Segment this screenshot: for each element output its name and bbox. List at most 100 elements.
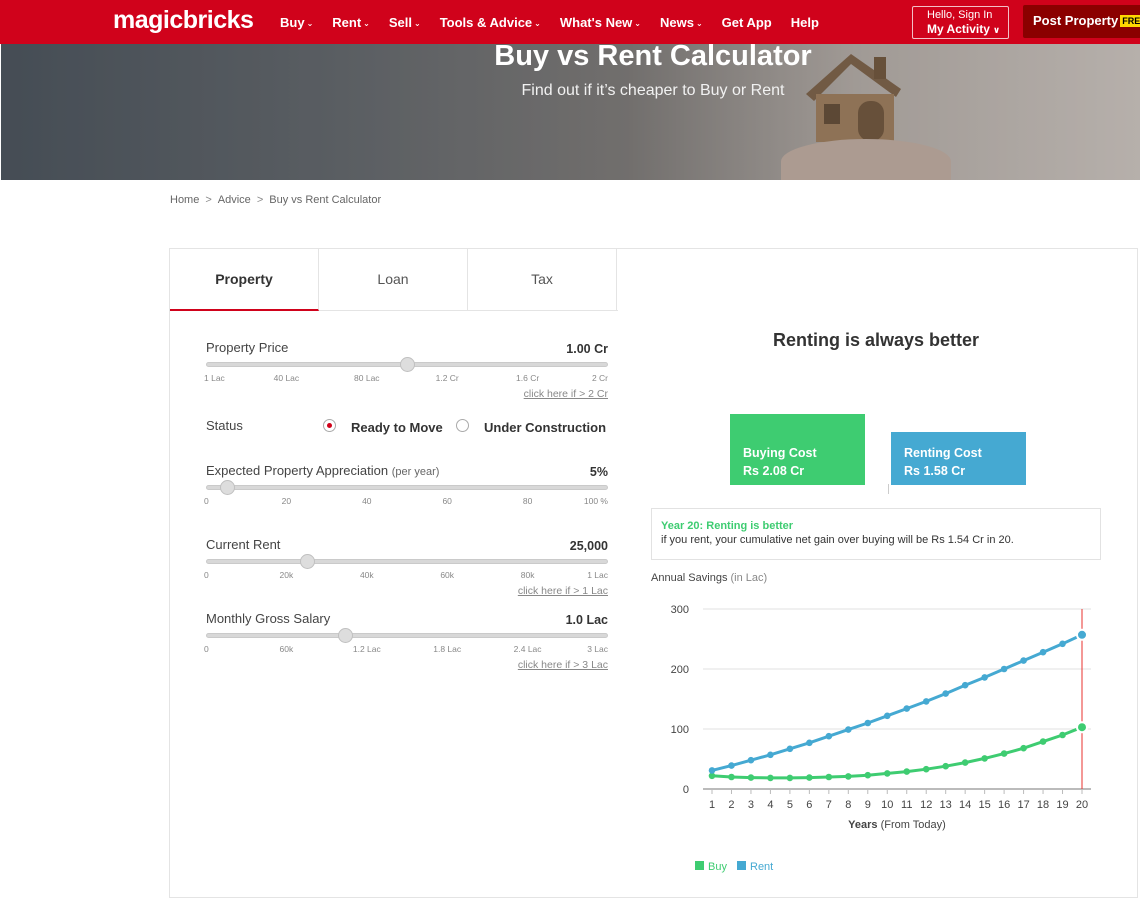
x-tick-label: 9 (865, 799, 871, 811)
property-price-slider-handle[interactable] (400, 357, 415, 372)
x-tick-label: 20 (1076, 799, 1088, 811)
salary-label: Monthly Gross Salary (206, 611, 331, 626)
x-tick-label: 2 (728, 799, 734, 811)
x-tick-label: 19 (1056, 799, 1068, 811)
x-tick-label: 6 (806, 799, 812, 811)
slider-tick-label: 20 (281, 496, 292, 506)
buying-cost-value: Rs 2.08 Cr (743, 464, 805, 478)
slider-tick-label: 3 Lac (587, 644, 608, 654)
annual-savings-chart: 01002003001 2 3 4 5 6 7 8 9 10 11 12 13 14 15 16 17 18 19 2… (671, 604, 1091, 873)
nav-item-news[interactable]: News ⌄ (660, 15, 703, 30)
tab-property[interactable]: Property (170, 249, 319, 311)
rent-data-point (806, 739, 813, 747)
under-construction-radio[interactable] (456, 419, 469, 432)
buy-data-point (903, 768, 911, 775)
appreciation-label: Expected Property Appreciation (per year… (206, 463, 440, 478)
buy-data-point (806, 774, 813, 781)
current-rent-more-link[interactable]: click here if > 1 Lac (458, 585, 608, 597)
nav-item-get-app[interactable]: Get App (722, 15, 772, 30)
ready-to-move-radio[interactable] (323, 419, 336, 432)
property-price-slider[interactable] (206, 357, 608, 372)
buy-data-point (883, 770, 891, 777)
buy-data-point (864, 771, 872, 779)
magicbricks-logo[interactable]: magicbricks (113, 6, 254, 35)
rent-data-point (786, 745, 794, 753)
slider-tick-label: 1 Lac (204, 373, 225, 383)
rent-legend-swatch (737, 861, 746, 870)
slider-tick-label: 2.4 Lac (513, 644, 542, 654)
appreciation-slider-handle[interactable] (220, 480, 235, 495)
appreciation-slider[interactable] (206, 480, 608, 495)
nav-item-rent[interactable]: Rent ⌄ (332, 15, 370, 30)
result-summary: Year 20: Renting is better if you rent, … (651, 508, 1101, 560)
slider-tick-label: 2 Cr (591, 373, 608, 383)
ready-to-move-label[interactable]: Ready to Move (351, 420, 443, 435)
rent-data-point (883, 712, 891, 720)
caret-down-icon: ⌄ (695, 18, 703, 28)
rent-data-point (728, 762, 735, 769)
rent-data-point (981, 674, 988, 681)
appreciation-value: 5% (589, 465, 608, 479)
slider-tick-label: 80k (520, 570, 535, 580)
current-rent-slider-handle[interactable] (300, 554, 315, 569)
buy-data-point (1059, 731, 1066, 739)
buy-data-point (981, 755, 988, 762)
buy-data-point (767, 774, 774, 782)
chevron-right-icon: > (256, 194, 264, 206)
salary-more-link[interactable]: click here if > 3 Lac (458, 659, 608, 671)
post-property-button[interactable]: Post PropertyFREE (1023, 5, 1140, 38)
x-tick-label: 17 (1017, 799, 1029, 811)
breadcrumb-advice[interactable]: Advice (218, 194, 251, 206)
y-tick-label: 100 (671, 724, 689, 736)
x-tick-label: 1 (709, 799, 715, 811)
rent-data-point (942, 690, 949, 697)
salary-slider-handle[interactable] (338, 628, 353, 643)
main-menu: Buy ⌄ Rent ⌄ Sell ⌄ Tools & Advice ⌄ What's New ⌄… (280, 0, 838, 44)
caret-down-icon: ⌄ (413, 18, 421, 28)
rent-data-point (747, 756, 755, 764)
caret-down-icon: ⌄ (534, 18, 541, 28)
x-tick-label: 11 (901, 799, 912, 811)
summary-text: if you rent, your cumulative net gain ov… (661, 534, 1014, 546)
rent-data-point (708, 767, 716, 774)
buy-data-point (845, 773, 852, 780)
buy-data-point (961, 759, 969, 766)
slider-tick-label: 1 Lac (587, 570, 608, 580)
slider-tick-label: 40 (362, 496, 372, 506)
x-tick-label: 3 (748, 799, 754, 811)
sign-in-button[interactable]: Hello, Sign In My Activity ∨ (912, 6, 1009, 39)
chevron-right-icon: > (205, 194, 212, 206)
slider-tick-label: 80 Lac (354, 373, 380, 383)
rent-data-point (1059, 640, 1066, 648)
buy-data-point (728, 773, 735, 781)
buying-cost-bar: Buying Cost Rs 2.08 Cr (730, 414, 865, 485)
x-tick-label: 15 (979, 799, 991, 811)
rent-data-point (1076, 628, 1088, 641)
salary-slider[interactable] (206, 628, 608, 643)
breadcrumb-home[interactable]: Home (170, 194, 199, 206)
tab-loan[interactable]: Loan (319, 249, 468, 311)
property-price-label: Property Price (206, 340, 289, 355)
top-navbar: magicbricks Buy ⌄ Rent ⌄ Sell ⌄ Tools & Advice… (0, 0, 1140, 44)
nav-item-buy[interactable]: Buy ⌄ (280, 15, 313, 30)
nav-item-sell[interactable]: Sell ⌄ (389, 15, 421, 30)
slider-tick-label: 0 (204, 496, 209, 506)
buy-data-point (747, 774, 755, 781)
nav-item-what-s-new[interactable]: What's New ⌄ (560, 15, 641, 30)
tab-tax[interactable]: Tax (468, 249, 617, 311)
slider-tick-label: 1.6 Cr (516, 373, 540, 383)
slider-tick-label: 40 Lac (273, 373, 300, 383)
y-tick-label: 200 (671, 664, 689, 676)
current-rent-slider[interactable] (206, 554, 608, 569)
under-construction-label[interactable]: Under Construction (484, 420, 606, 435)
slider-tick-label: 60 (442, 496, 452, 506)
buy-data-point (1000, 750, 1008, 757)
appreciation-note: (per year) (391, 466, 440, 478)
page-title: Buy vs Rent Calculator (494, 40, 812, 72)
rent-data-point (1039, 648, 1047, 656)
property-price-value: 1.00 Cr (566, 342, 608, 356)
property-price-more-link[interactable]: click here if > 2 Cr (458, 388, 608, 400)
slider-tick-label: 1.2 Cr (435, 373, 459, 383)
nav-item-tools-advice[interactable]: Tools & Advice ⌄ (440, 15, 541, 30)
nav-item-help[interactable]: Help (791, 15, 819, 30)
